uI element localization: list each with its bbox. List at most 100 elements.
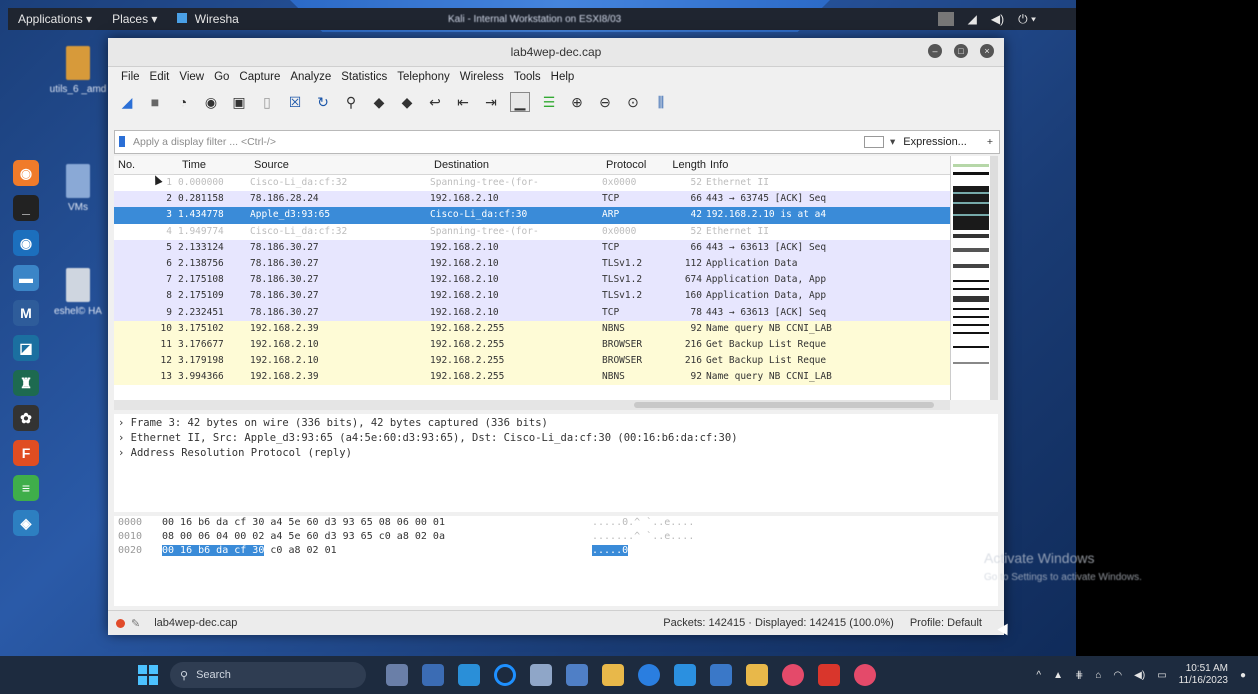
first-packet-icon[interactable]: ⇤ (454, 93, 472, 111)
tray-app-icon[interactable]: ▲ (1053, 670, 1063, 681)
packet-row[interactable]: 11 3.176677 192.168.2.10 192.168.2.255 BROWS… (114, 336, 950, 354)
network-icon[interactable]: ◢ (968, 12, 977, 26)
taskbar-search[interactable]: ⚲ Search (170, 662, 366, 688)
menu-statistics[interactable]: Statistics (336, 71, 392, 83)
zoom-in-icon[interactable]: ⊕ (568, 93, 586, 111)
menu-go[interactable]: Go (209, 71, 234, 83)
find-packet-icon[interactable]: ⚲ (342, 93, 360, 111)
filter-dropdown-icon[interactable] (863, 136, 884, 148)
bytes-ascii[interactable]: .....0.^ `..e.... (592, 516, 792, 530)
status-profile[interactable]: Profile: Default (910, 617, 982, 629)
taskbar-app-icon[interactable] (602, 664, 624, 686)
files-icon[interactable]: ▬ (13, 265, 39, 291)
packet-list-hscroll[interactable] (114, 400, 950, 410)
wireshark-taskbar-item[interactable]: Wiresha (167, 12, 248, 26)
terminal-icon[interactable]: _ (13, 195, 39, 221)
power-icon[interactable]: ⏻ ▾ (1018, 12, 1036, 27)
start-capture-icon[interactable]: ◢ (118, 93, 136, 111)
col-header-no[interactable]: No. (114, 156, 182, 174)
menu-wireless[interactable]: Wireless (455, 71, 509, 83)
taskbar-app-icon[interactable] (638, 664, 660, 686)
reload-icon[interactable]: ↻ (314, 93, 332, 111)
taskbar-app-icon[interactable] (386, 664, 408, 686)
capture-options-icon[interactable]: ◉ (202, 93, 220, 111)
zoom-normal-icon[interactable]: ⊙ (624, 93, 642, 111)
desktop-icon-file[interactable]: eshel© HA (48, 268, 108, 317)
go-back-icon[interactable]: ◆ (370, 93, 388, 111)
firefox-icon[interactable]: ◉ (13, 160, 39, 186)
tray-app-icon[interactable]: ⌂ (1095, 670, 1101, 681)
notes-icon[interactable]: ≡ (13, 475, 39, 501)
desktop-icon-vms[interactable]: VMs (48, 164, 108, 213)
col-header-length[interactable]: Length (670, 156, 710, 174)
cortana-icon[interactable] (494, 664, 516, 686)
edit-comment-icon[interactable]: ✎ (131, 617, 140, 630)
windows-start-icon[interactable] (138, 665, 158, 685)
menu-analyze[interactable]: Analyze (285, 71, 336, 83)
desktop-icon-utils[interactable]: utils_6 _amd (48, 46, 108, 95)
bookmark-icon[interactable] (119, 136, 125, 147)
metasploit-icon[interactable]: M (13, 300, 39, 326)
packet-row[interactable]: 6 2.138756 78.186.30.27 192.168.2.10 TLSv1.2… (114, 255, 950, 273)
tower-icon[interactable]: ♜ (13, 370, 39, 396)
battery-icon[interactable]: ▭ (1157, 670, 1166, 681)
packet-row[interactable]: 10 3.175102 192.168.2.39 192.168.2.255 NBNS 9… (114, 320, 950, 337)
autoscroll-icon[interactable]: ▁ (510, 92, 530, 112)
packet-minimap[interactable] (950, 156, 991, 400)
wifi-icon[interactable]: ◠ (1113, 670, 1122, 681)
packet-row[interactable]: 1 0.000000 Cisco-Li_da:cf:32 Spanning-tree-… (114, 175, 950, 192)
menu-view[interactable]: View (174, 71, 209, 83)
packet-row[interactable]: 2 0.281158 78.186.28.24 192.168.2.10 TCP 66 44… (114, 191, 950, 208)
go-forward-icon[interactable]: ◆ (398, 93, 416, 111)
detail-arp[interactable]: › Address Resolution Protocol (reply) (114, 446, 998, 461)
packet-row[interactable]: 12 3.179198 192.168.2.10 192.168.2.255 BROWS… (114, 353, 950, 370)
go-to-packet-icon[interactable]: ↩ (426, 93, 444, 111)
taskbar-app-icon[interactable] (422, 664, 444, 686)
taskbar-app-icon[interactable] (818, 664, 840, 686)
packet-row[interactable]: 5 2.133124 78.186.30.27 192.168.2.10 TCP 66 44… (114, 239, 950, 256)
bytes-hex[interactable]: 00 16 b6 da cf 30 c0 a8 02 01 (162, 544, 592, 558)
packet-row[interactable]: 8 2.175109 78.186.30.27 192.168.2.10 TLSv1.2… (114, 288, 950, 305)
menu-edit[interactable]: Edit (145, 71, 175, 83)
bytes-hex[interactable]: 08 00 06 04 00 02 a4 5e 60 d3 93 65 c0 a… (162, 530, 592, 544)
notification-icon[interactable]: ● (1240, 670, 1246, 681)
taskbar-app-icon[interactable] (458, 664, 480, 686)
maximize-button[interactable]: □ (954, 44, 968, 58)
restart-capture-icon[interactable]: ◔ (174, 93, 192, 111)
col-header-source[interactable]: Source (244, 156, 434, 174)
packet-row[interactable]: 9 2.232451 78.186.30.27 192.168.2.10 TCP 78 44… (114, 304, 950, 321)
stop-capture-icon[interactable]: ■ (146, 93, 164, 111)
bytes-hex[interactable]: 00 16 b6 da cf 30 a4 5e 60 d3 93 65 08 0… (162, 516, 592, 530)
last-packet-icon[interactable]: ⇥ (482, 93, 500, 111)
expression-button[interactable]: Expression... (903, 136, 987, 148)
display-filter-input[interactable]: Apply a display filter ... <Ctrl-/> (115, 136, 864, 148)
volume-icon[interactable]: ◀) (1134, 670, 1145, 681)
close-file-icon[interactable]: ☒ (286, 93, 304, 111)
colorize-icon[interactable]: ☰ (540, 93, 558, 111)
tray-chevron-icon[interactable]: ^ (1036, 670, 1041, 681)
places-menu[interactable]: Places ▾ (102, 12, 167, 26)
taskbar-app-icon[interactable] (782, 664, 804, 686)
bytes-ascii[interactable]: .......^ `..e.... (592, 530, 792, 544)
add-filter-button[interactable]: + (987, 136, 999, 148)
zoom-out-icon[interactable]: ⊖ (596, 93, 614, 111)
col-header-destination[interactable]: Destination (434, 156, 606, 174)
packet-list-vscroll[interactable] (990, 156, 998, 400)
volume-icon[interactable]: ◀) (991, 12, 1004, 26)
menu-help[interactable]: Help (546, 71, 580, 83)
close-button[interactable]: × (980, 44, 994, 58)
packet-row[interactable]: 7 2.175108 78.186.30.27 192.168.2.10 TLSv1.2… (114, 272, 950, 289)
bytes-ascii-highlight[interactable]: .....0 (592, 545, 629, 556)
eye-icon[interactable]: ◉ (13, 230, 39, 256)
open-file-icon[interactable]: ▣ (230, 93, 248, 111)
bytes-hex-highlight[interactable]: 00 16 b6 da cf 30 (162, 545, 265, 556)
resize-columns-icon[interactable]: ⫼ (652, 93, 670, 111)
col-header-time[interactable]: Time (182, 156, 244, 174)
expert-info-icon[interactable] (116, 618, 125, 628)
taskbar-app-icon[interactable] (746, 664, 768, 686)
menu-file[interactable]: File (116, 71, 145, 83)
burp-icon[interactable]: F (13, 440, 39, 466)
applications-menu[interactable]: Applications ▾ (8, 12, 102, 26)
minimize-button[interactable]: – (928, 44, 942, 58)
display-filter-bar[interactable]: Apply a display filter ... <Ctrl-/> ▾ Ex… (114, 130, 1000, 154)
